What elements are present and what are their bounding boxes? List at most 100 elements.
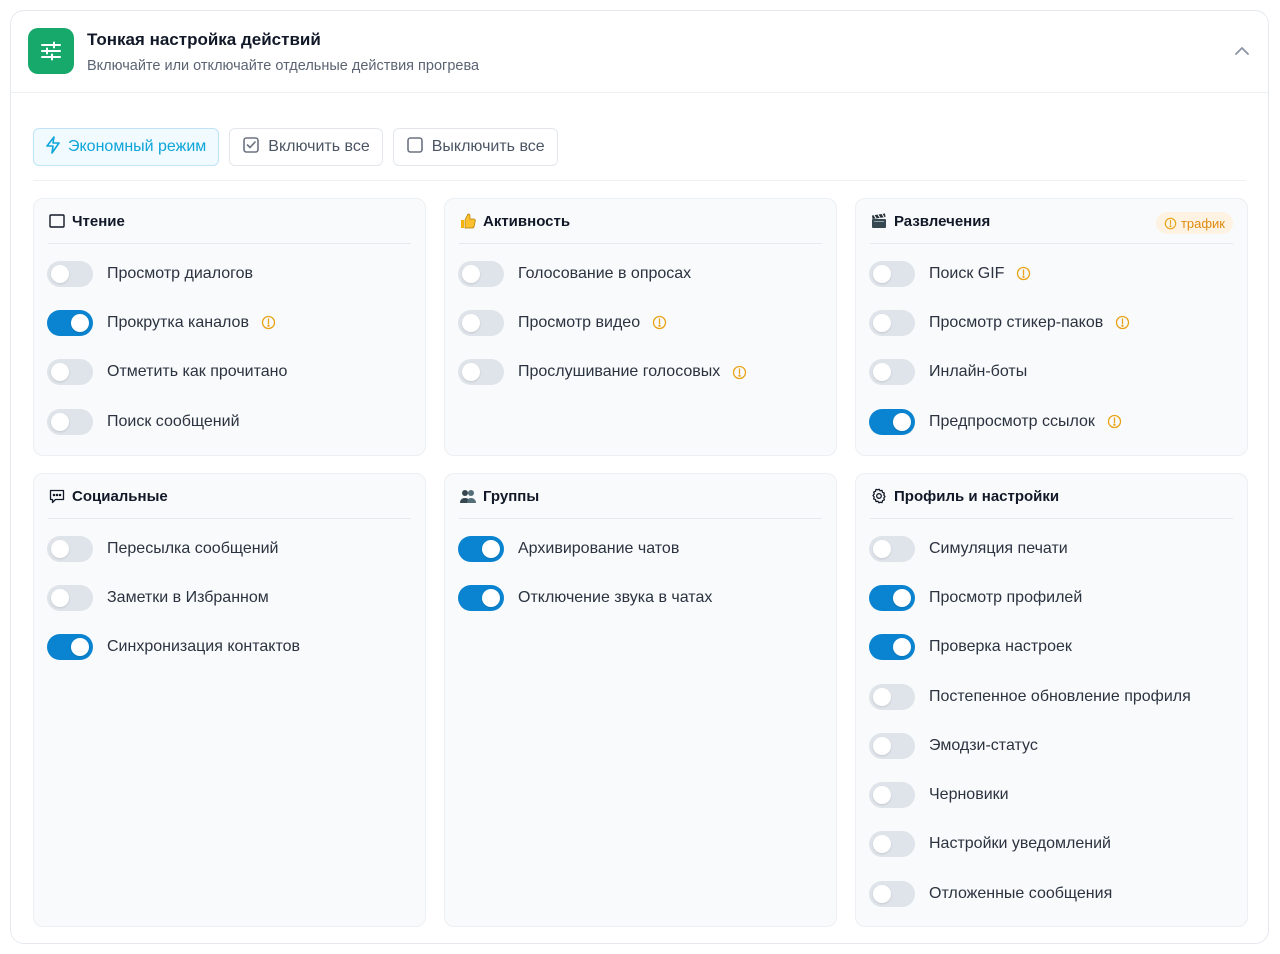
toggle-row[interactable]: Инлайн-боты	[868, 348, 1235, 397]
toggle-knob	[873, 835, 891, 854]
badge-label: трафик	[1180, 215, 1225, 231]
toggle-row[interactable]: Просмотр профилей	[868, 573, 1235, 622]
group-card: Профиль и настройки Симуляция печати Просм…	[855, 473, 1248, 927]
disable-all-label: Выключить все	[431, 138, 545, 155]
toggle-switch[interactable]	[47, 535, 93, 562]
toggle-switch[interactable]	[47, 584, 93, 611]
enable-all-label: Включить все	[268, 138, 370, 155]
toggle-row[interactable]: Голосование в опросах	[457, 249, 824, 298]
toggle-switch[interactable]	[47, 260, 93, 287]
toggle-row[interactable]: Прокрутка каналов	[46, 298, 413, 347]
toggle-label: Проверка настроек	[929, 638, 1072, 656]
toggle-knob	[873, 264, 891, 283]
toggle-knob	[893, 412, 911, 431]
toggle-switch[interactable]	[869, 535, 915, 562]
toggle-switch[interactable]	[458, 535, 504, 562]
group-title: Развлечения	[894, 212, 991, 230]
warning-icon	[1164, 217, 1177, 230]
page-title: Тонкая настройка действий	[87, 30, 321, 49]
toggle-row[interactable]: Отметить как прочитано	[46, 348, 413, 397]
group-rows: Поиск GIF Просмотр стикер-паков Инлайн-бот…	[868, 249, 1235, 446]
toggle-row[interactable]: Симуляция печати	[868, 524, 1235, 573]
toggle-switch[interactable]	[869, 634, 915, 661]
toggle-switch[interactable]	[869, 260, 915, 287]
toggle-switch[interactable]	[869, 359, 915, 386]
toggle-switch[interactable]	[869, 732, 915, 759]
toggle-row[interactable]: Отключение звука в чатах	[457, 573, 824, 622]
toggle-switch[interactable]	[869, 584, 915, 611]
toggle-knob	[873, 363, 891, 382]
group-card: Активность Голосование в опросах Просмотр …	[444, 198, 837, 456]
toggle-label: Поиск сообщений	[107, 412, 240, 430]
toggle-label: Предпросмотр ссылок	[929, 412, 1095, 430]
toggle-switch[interactable]	[458, 359, 504, 386]
toggle-knob	[873, 539, 891, 558]
toggle-label: Отметить как прочитано	[107, 363, 288, 381]
toggle-switch[interactable]	[458, 260, 504, 287]
chevron-up-icon[interactable]	[1230, 39, 1254, 63]
group-rows: Симуляция печати Просмотр профилей Проверк…	[868, 524, 1235, 918]
toggle-knob	[873, 736, 891, 755]
checkbox-checked-icon	[242, 136, 260, 159]
toggle-switch[interactable]	[458, 309, 504, 336]
toggle-switch[interactable]	[869, 880, 915, 907]
book-icon	[48, 212, 66, 230]
economy-mode-label: Экономный режим	[68, 138, 207, 155]
toggle-row[interactable]: Синхронизация контактов	[46, 623, 413, 672]
toggle-row[interactable]: Эмодзи-статус	[868, 721, 1235, 770]
toggle-label: Просмотр стикер-паков	[929, 313, 1104, 331]
toggle-knob	[873, 786, 891, 805]
group-rows: Просмотр диалогов Прокрутка каналов Отмети…	[46, 249, 413, 446]
economy-mode-button[interactable]: Экономный режим	[33, 128, 220, 166]
toggle-row[interactable]: Постепенное обновление профиля	[868, 672, 1235, 721]
traffic-badge: трафик	[1155, 212, 1233, 234]
warning-icon	[652, 315, 667, 330]
toggle-knob	[51, 264, 69, 283]
toggle-row[interactable]: Пересылка сообщений	[46, 524, 413, 573]
enable-all-button[interactable]: Включить все	[229, 128, 383, 166]
toggle-switch[interactable]	[47, 408, 93, 435]
toggle-knob	[462, 264, 480, 283]
toggle-label: Архивирование чатов	[518, 539, 680, 557]
toggle-row[interactable]: Черновики	[868, 770, 1235, 819]
group-card: Группы Архивирование чатов Отключение звук…	[444, 473, 837, 927]
toggle-switch[interactable]	[869, 831, 915, 858]
warning-icon	[1115, 315, 1130, 330]
toggle-switch[interactable]	[47, 634, 93, 661]
group-title: Группы	[483, 487, 540, 505]
toggle-row[interactable]: Настройки уведомлений	[868, 820, 1235, 869]
toggle-switch[interactable]	[47, 309, 93, 336]
toggle-label: Инлайн-боты	[929, 363, 1028, 381]
disable-all-button[interactable]: Выключить все	[392, 128, 558, 166]
toggle-row[interactable]: Поиск GIF	[868, 249, 1235, 298]
toggle-row[interactable]: Поиск сообщений	[46, 397, 413, 446]
toolbar: Экономный режим Включить все Выключить в…	[33, 128, 558, 166]
group-rows: Пересылка сообщений Заметки в Избранном Си…	[46, 524, 413, 672]
toggle-row[interactable]: Проверка настроек	[868, 623, 1235, 672]
toggle-knob	[873, 313, 891, 332]
toggle-row[interactable]: Просмотр видео	[457, 298, 824, 347]
toggle-switch[interactable]	[869, 408, 915, 435]
toggle-knob	[482, 588, 500, 607]
toggle-switch[interactable]	[869, 309, 915, 336]
toggle-row[interactable]: Просмотр стикер-паков	[868, 298, 1235, 347]
toggle-knob	[893, 588, 911, 607]
lightning-icon	[46, 135, 60, 159]
panel-header[interactable]: Тонкая настройка действий Включайте или …	[11, 11, 1268, 93]
toggle-row[interactable]: Прослушивание голосовых	[457, 348, 824, 397]
toggle-switch[interactable]	[458, 584, 504, 611]
toggle-row[interactable]: Отложенные сообщения	[868, 869, 1235, 918]
toggle-row[interactable]: Заметки в Избранном	[46, 573, 413, 622]
toggle-label: Просмотр диалогов	[107, 264, 253, 282]
toggle-knob	[462, 313, 480, 332]
toggle-row[interactable]: Предпросмотр ссылок	[868, 397, 1235, 446]
toggle-row[interactable]: Архивирование чатов	[457, 524, 824, 573]
toggle-knob	[482, 539, 500, 558]
toggle-row[interactable]: Просмотр диалогов	[46, 249, 413, 298]
toggle-switch[interactable]	[869, 683, 915, 710]
group-card: Чтение Просмотр диалогов Прокрутка каналов…	[33, 198, 426, 456]
toggle-switch[interactable]	[869, 782, 915, 809]
toggle-switch[interactable]	[47, 359, 93, 386]
group-header: Чтение	[48, 199, 411, 244]
toggle-knob	[51, 588, 69, 607]
